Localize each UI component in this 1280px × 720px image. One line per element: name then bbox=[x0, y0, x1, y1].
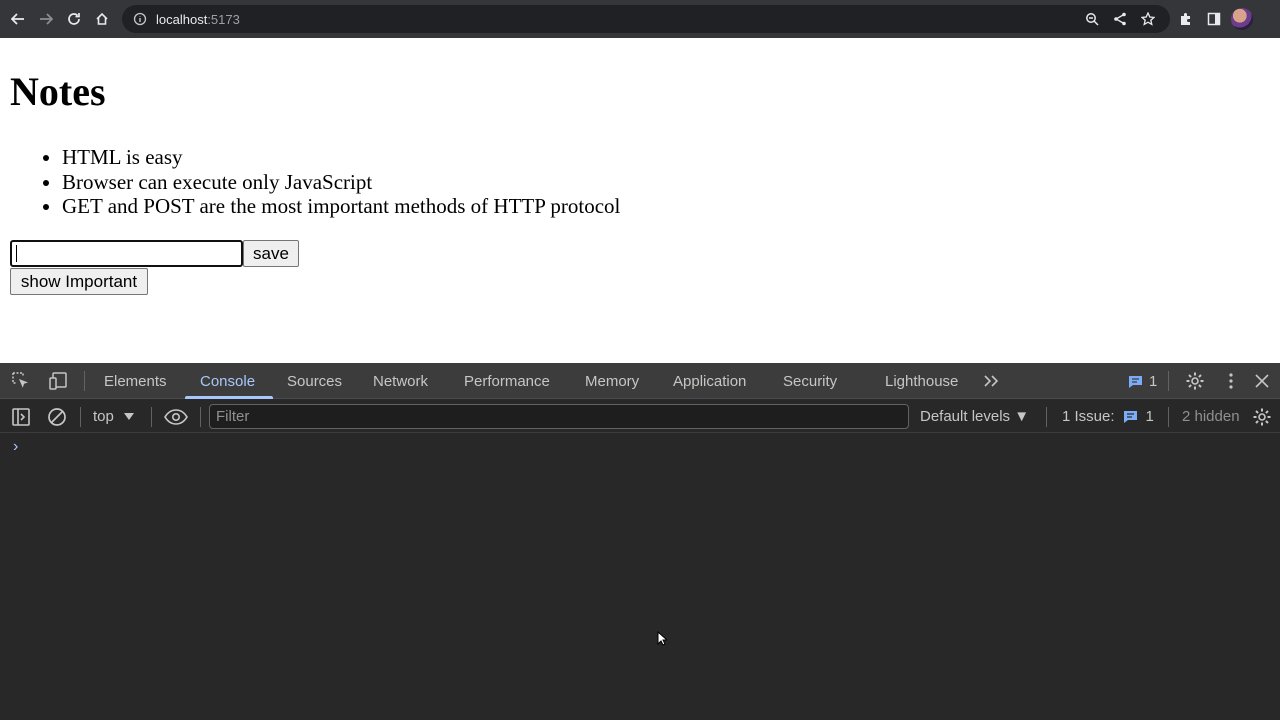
url-port: :5173 bbox=[207, 11, 240, 27]
live-expression-eye-icon[interactable] bbox=[162, 403, 190, 431]
close-icon[interactable] bbox=[1248, 367, 1276, 395]
issues-badge[interactable]: 1 bbox=[1128, 363, 1157, 399]
tab-network[interactable]: Network bbox=[373, 363, 428, 399]
active-tab-indicator bbox=[185, 396, 273, 399]
share-icon[interactable] bbox=[1106, 5, 1134, 33]
toolbar-separator bbox=[80, 407, 81, 427]
url-host: localhost bbox=[156, 11, 208, 27]
log-levels-dropdown[interactable]: Default levels ▼ bbox=[920, 400, 1029, 433]
list-item: HTML is easy bbox=[62, 145, 620, 170]
device-toolbar-icon[interactable] bbox=[44, 367, 72, 395]
tab-application[interactable]: Application bbox=[673, 363, 746, 399]
issues-count: 1 bbox=[1145, 408, 1154, 425]
issues-badge-count: 1 bbox=[1149, 372, 1158, 390]
console-toolbar: top Default levels ▼ 1 Issue: 1 2 hidden bbox=[0, 400, 1280, 433]
zoom-icon[interactable] bbox=[1078, 5, 1106, 33]
avatar-image bbox=[1231, 8, 1253, 30]
back-icon[interactable] bbox=[4, 5, 32, 33]
context-selector-value: top bbox=[93, 408, 114, 425]
clear-console-icon[interactable] bbox=[43, 403, 71, 431]
show-important-button[interactable]: show Important bbox=[10, 268, 148, 295]
console-prompt[interactable]: › bbox=[13, 438, 18, 456]
nav-buttons bbox=[4, 5, 116, 33]
mouse-cursor-icon bbox=[657, 630, 669, 651]
browser-actions bbox=[1172, 5, 1256, 33]
dropdown-arrow-icon bbox=[123, 413, 134, 420]
tab-console[interactable]: Console bbox=[200, 363, 255, 399]
omnibox-actions bbox=[1078, 5, 1162, 33]
extensions-icon[interactable] bbox=[1172, 5, 1200, 33]
save-button[interactable]: save bbox=[243, 240, 299, 267]
toolbar-separator bbox=[1168, 371, 1169, 391]
note-input[interactable] bbox=[10, 240, 243, 267]
bookmark-star-icon[interactable] bbox=[1134, 5, 1162, 33]
message-icon bbox=[1129, 375, 1142, 388]
message-icon bbox=[1123, 411, 1137, 423]
kebab-menu-icon[interactable] bbox=[1217, 367, 1245, 395]
context-selector[interactable]: top bbox=[93, 400, 134, 433]
tab-lighthouse[interactable]: Lighthouse bbox=[885, 363, 958, 399]
filter-input[interactable] bbox=[209, 404, 909, 429]
page-title: Notes bbox=[10, 69, 106, 114]
more-tabs-icon[interactable] bbox=[978, 367, 1006, 395]
tab-elements[interactable]: Elements bbox=[104, 363, 167, 399]
reload-icon[interactable] bbox=[60, 5, 88, 33]
home-icon[interactable] bbox=[88, 5, 116, 33]
toolbar-separator bbox=[84, 371, 85, 391]
toolbar-separator bbox=[1046, 407, 1047, 427]
devtools-panel: Elements Console Sources Network Perform… bbox=[0, 363, 1280, 720]
side-panel-icon[interactable] bbox=[1200, 5, 1228, 33]
issues-label: 1 Issue: bbox=[1062, 408, 1115, 425]
text-caret bbox=[16, 245, 17, 262]
address-bar[interactable]: localhost:5173 bbox=[122, 5, 1170, 33]
profile-avatar[interactable] bbox=[1228, 5, 1256, 33]
page-viewport: Notes HTML is easy Browser can execute o… bbox=[0, 38, 1280, 363]
hidden-messages-count: 2 hidden bbox=[1182, 408, 1240, 425]
toolbar-separator bbox=[200, 407, 201, 427]
toolbar-separator bbox=[1168, 407, 1169, 427]
console-settings-gear-icon[interactable] bbox=[1248, 403, 1276, 431]
url-text[interactable]: localhost:5173 bbox=[156, 12, 240, 27]
console-sidebar-icon[interactable] bbox=[7, 403, 35, 431]
inspect-element-icon[interactable] bbox=[7, 367, 35, 395]
tab-memory[interactable]: Memory bbox=[585, 363, 639, 399]
devtools-tab-bar: Elements Console Sources Network Perform… bbox=[0, 363, 1280, 399]
toolbar-separator bbox=[151, 407, 152, 427]
forward-icon[interactable] bbox=[32, 5, 60, 33]
list-item: Browser can execute only JavaScript bbox=[62, 170, 620, 195]
browser-toolbar: localhost:5173 bbox=[0, 0, 1280, 38]
list-item: GET and POST are the most important meth… bbox=[62, 194, 620, 219]
site-info-icon[interactable] bbox=[132, 11, 148, 27]
settings-gear-icon[interactable] bbox=[1181, 367, 1209, 395]
tab-sources[interactable]: Sources bbox=[287, 363, 342, 399]
tab-security[interactable]: Security bbox=[783, 363, 837, 399]
tab-performance[interactable]: Performance bbox=[464, 363, 550, 399]
notes-list: HTML is easy Browser can execute only Ja… bbox=[62, 145, 620, 219]
console-output[interactable]: › bbox=[0, 434, 1280, 720]
issues-button[interactable]: 1 Issue: 1 bbox=[1062, 400, 1154, 433]
